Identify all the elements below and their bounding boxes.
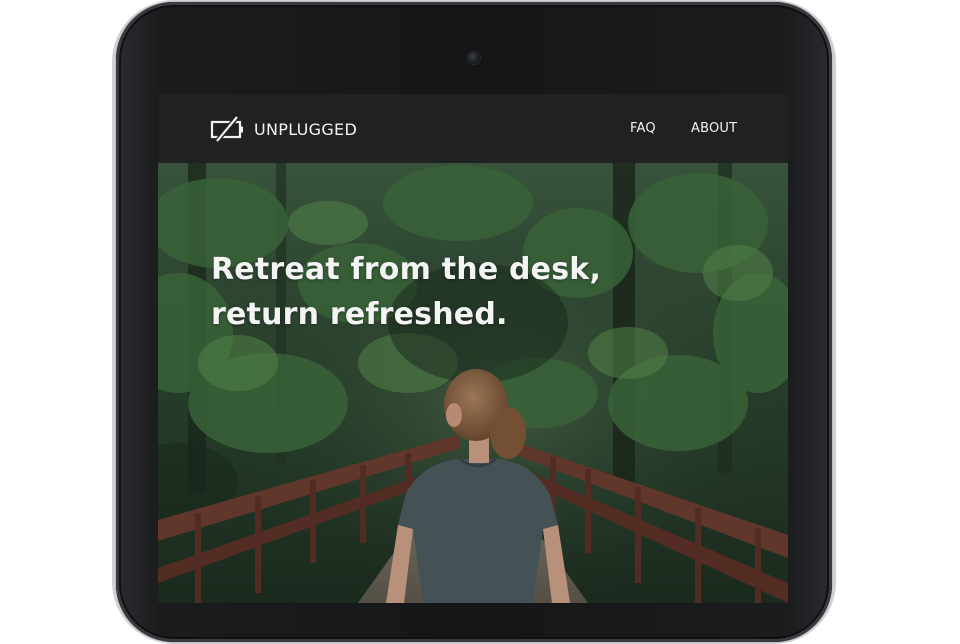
hero-section: Retreat from the desk, return refreshed. xyxy=(158,163,788,603)
brand-logo[interactable]: UNPLUGGED xyxy=(210,116,357,142)
hero-headline-line1: Retreat from the desk, xyxy=(211,252,602,287)
hero-headline: Retreat from the desk, return refreshed. xyxy=(211,247,601,337)
front-camera xyxy=(468,52,480,64)
nav-link-about[interactable]: ABOUT xyxy=(691,121,737,136)
nav-link-faq[interactable]: FAQ xyxy=(630,121,656,136)
woman-on-forest-bridge-photo xyxy=(158,163,788,603)
hero-headline-line2: return refreshed. xyxy=(211,297,508,332)
brand-name: UNPLUGGED xyxy=(254,119,358,139)
tablet-screen: UNPLUGGED FAQ ABOUT Retreat from the des… xyxy=(158,94,788,603)
battery-slash-icon xyxy=(210,116,243,142)
site-navbar: UNPLUGGED FAQ ABOUT xyxy=(158,94,788,163)
